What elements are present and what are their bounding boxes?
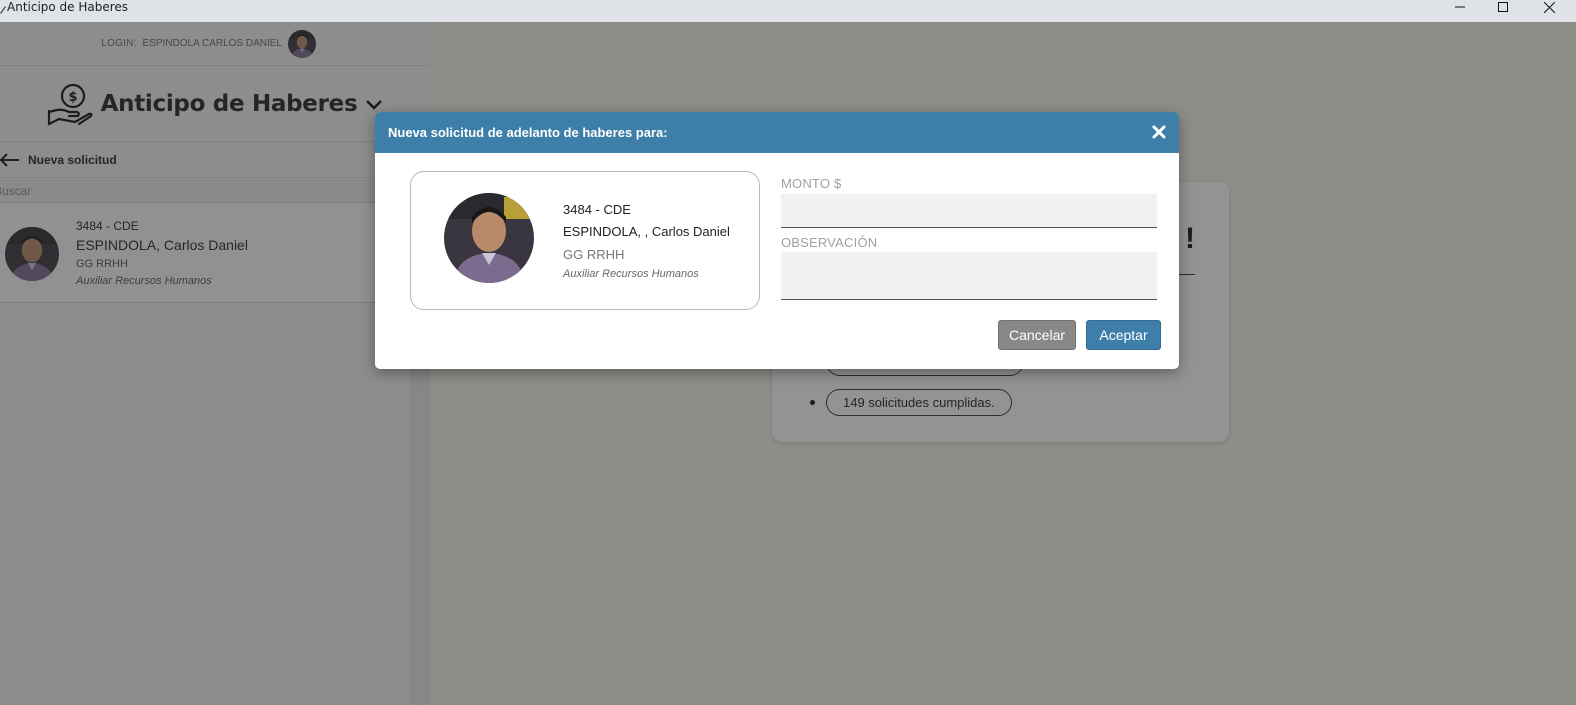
- user-photo: [444, 193, 534, 283]
- minimize-icon: [1455, 6, 1465, 8]
- close-icon[interactable]: [1151, 124, 1167, 140]
- monto-label: MONTO $: [781, 176, 842, 191]
- employee-name: ESPINDOLA, , Carlos Daniel: [563, 224, 730, 239]
- window-title: Anticipo de Haberes: [7, 0, 129, 14]
- new-request-dialog: Nueva solicitud de adelanto de haberes p…: [375, 112, 1179, 369]
- employee-profile-card: 3484 - CDE ESPINDOLA, , Carlos Daniel GG…: [410, 171, 760, 310]
- minimize-button[interactable]: [1437, 0, 1483, 14]
- close-icon: [1543, 1, 1555, 13]
- avatar: [444, 193, 534, 283]
- dialog-title: Nueva solicitud de adelanto de haberes p…: [388, 125, 668, 140]
- dialog-header: Nueva solicitud de adelanto de haberes p…: [375, 112, 1179, 153]
- employee-role: Auxiliar Recursos Humanos: [563, 268, 699, 280]
- employee-code: 3484 - CDE: [563, 202, 631, 217]
- cancel-button[interactable]: Cancelar: [998, 320, 1076, 350]
- observacion-field[interactable]: [781, 252, 1157, 300]
- app-icon: [0, 6, 6, 14]
- window-close-button[interactable]: [1526, 0, 1572, 14]
- accept-button[interactable]: Aceptar: [1086, 320, 1161, 350]
- observacion-label: OBSERVACIÓN: [781, 235, 878, 250]
- maximize-button[interactable]: [1480, 0, 1526, 14]
- maximize-icon: [1498, 2, 1508, 12]
- window-titlebar: Anticipo de Haberes: [0, 0, 1576, 22]
- employee-dept: GG RRHH: [563, 247, 625, 262]
- monto-field[interactable]: [781, 194, 1157, 228]
